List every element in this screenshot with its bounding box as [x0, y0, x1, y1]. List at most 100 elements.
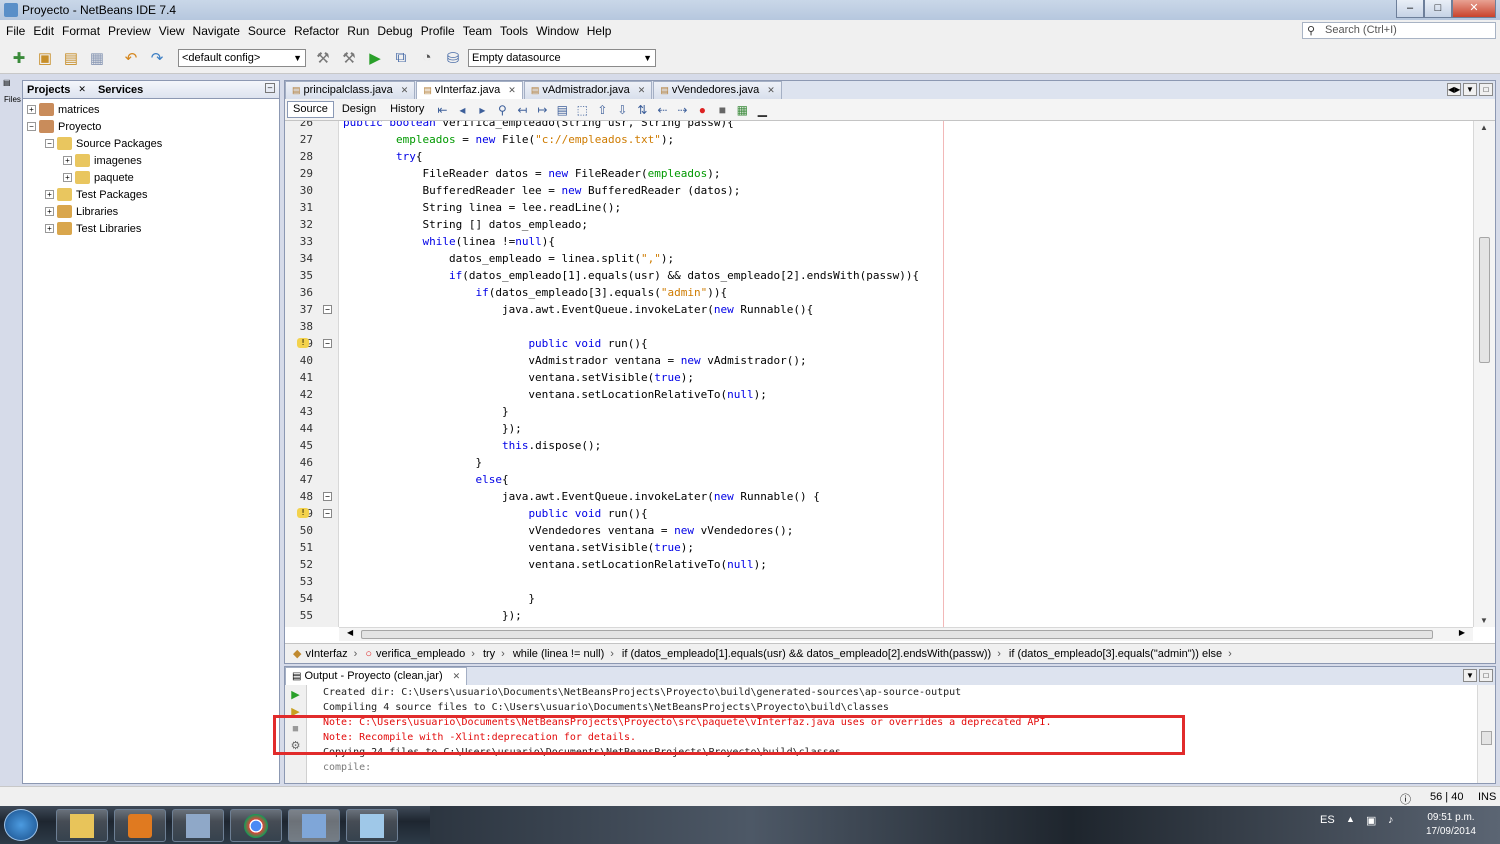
hscroll-thumb[interactable] — [361, 630, 1433, 639]
toggle-selection-icon[interactable]: ⬚ — [574, 102, 590, 118]
config-select[interactable]: <default config> ▼ — [178, 48, 306, 67]
code-line[interactable]: 54 } — [285, 590, 1473, 607]
tree-node[interactable]: − Proyecto — [23, 118, 279, 135]
tree-node[interactable]: + imagenes — [23, 152, 279, 169]
code-line[interactable]: 41 ventana.setVisible(true); — [285, 369, 1473, 386]
code-line[interactable]: 48 − java.awt.EventQueue.invokeLater(new … — [285, 488, 1473, 505]
datasource-select[interactable]: Empty datasource ▼ — [468, 48, 656, 67]
tab-vvendedores[interactable]: ▤ vVendedores.java ✕ — [653, 81, 782, 99]
output-line[interactable]: Compiling 4 source files to C:\Users\usu… — [323, 700, 1463, 715]
last-edit-icon[interactable]: ⇤ — [434, 102, 450, 118]
shift-left-icon[interactable]: ⇠ — [654, 102, 670, 118]
tree-node[interactable]: + paquete — [23, 169, 279, 186]
new-project-icon[interactable]: ▣ — [34, 47, 56, 69]
scroll-right-icon[interactable]: ▶ — [1459, 628, 1465, 637]
tree-node[interactable]: + Test Libraries — [23, 220, 279, 237]
tab-list-icon[interactable]: ▼ — [1463, 83, 1477, 96]
tab-vadmistrador[interactable]: ▤ vAdmistrador.java ✕ — [523, 81, 653, 99]
close-icon[interactable]: ✕ — [638, 82, 646, 99]
prev-bookmark-icon[interactable]: ⇧ — [594, 102, 610, 118]
debug-icon[interactable]: ⧉ — [390, 47, 412, 69]
breadcrumb-item[interactable]: try — [483, 648, 495, 660]
collapse-icon[interactable]: − — [45, 139, 54, 148]
menu-run[interactable]: Run — [343, 24, 373, 38]
rerun-icon[interactable]: ▶ — [289, 689, 303, 702]
fold-icon[interactable]: − — [323, 509, 332, 518]
close-icon[interactable]: ✕ — [508, 82, 516, 99]
scroll-down-icon[interactable]: ▼ — [1480, 616, 1488, 625]
fold-icon[interactable]: − — [323, 339, 332, 348]
breadcrumb-item[interactable]: if (datos_empleado[3].equals("admin")) e… — [1009, 648, 1222, 660]
scroll-thumb[interactable] — [1479, 237, 1490, 363]
design-view-button[interactable]: Design — [336, 101, 382, 118]
redo-icon[interactable]: ↷ — [146, 47, 168, 69]
tray-arrow-icon[interactable]: ▲ — [1346, 814, 1355, 824]
menu-file[interactable]: File — [2, 24, 29, 38]
projects-strip-icon[interactable]: ▤ — [3, 78, 20, 87]
notifications-icon[interactable]: ⓘ — [1400, 791, 1411, 807]
files-strip-label[interactable]: Files — [4, 95, 21, 104]
tab-vinterfaz[interactable]: ▤ vInterfaz.java ✕ — [416, 81, 523, 99]
run-icon[interactable]: ▶ — [364, 47, 386, 69]
maximize-editor-icon[interactable]: □ — [1479, 83, 1493, 96]
tree-node[interactable]: + matrices — [23, 101, 279, 118]
minimize-panel-button[interactable]: – — [265, 83, 275, 93]
expand-icon[interactable]: + — [63, 173, 72, 182]
search-app-taskbar-icon[interactable] — [172, 809, 224, 842]
menu-team[interactable]: Team — [459, 24, 496, 38]
undo-icon[interactable]: ↶ — [120, 47, 142, 69]
scroll-left-icon[interactable]: ◀ — [347, 628, 353, 637]
code-line[interactable]: 35 if(datos_empleado[1].equals(usr) && d… — [285, 267, 1473, 284]
menu-refactor[interactable]: Refactor — [290, 24, 343, 38]
stop-macro-icon[interactable]: ■ — [714, 102, 730, 118]
search-input[interactable]: ⚲ Search (Ctrl+I) — [1302, 22, 1496, 39]
code-area[interactable]: 26 public boolean verifica_empleado(Strin… — [285, 121, 1473, 627]
source-view-button[interactable]: Source — [287, 101, 334, 118]
profile-icon[interactable]: ◔ — [416, 47, 438, 69]
volume-icon[interactable]: ♪ — [1388, 814, 1394, 826]
scroll-up-icon[interactable]: ▲ — [1480, 123, 1488, 132]
netbeans-taskbar-icon[interactable] — [288, 809, 340, 842]
start-button[interactable] — [4, 809, 38, 841]
code-line[interactable]: 51 ventana.setVisible(true); — [285, 539, 1473, 556]
chrome-taskbar-icon[interactable] — [230, 809, 282, 842]
explorer-taskbar-icon[interactable] — [56, 809, 108, 842]
back-icon[interactable]: ◂ — [454, 102, 470, 118]
code-line[interactable]: 31 String linea = lee.readLine(); — [285, 199, 1473, 216]
code-line[interactable]: 42 ventana.setLocationRelativeTo(null); — [285, 386, 1473, 403]
output-scroll-thumb[interactable] — [1481, 731, 1492, 745]
code-line[interactable]: 49!− public void run(){ — [285, 505, 1473, 522]
fold-icon[interactable]: − — [323, 492, 332, 501]
close-icon[interactable]: ✕ — [767, 82, 775, 99]
code-line[interactable]: 29 FileReader datos = new FileReader(emp… — [285, 165, 1473, 182]
code-line[interactable]: 34 datos_empleado = linea.split(","); — [285, 250, 1473, 267]
minimize-button[interactable]: – — [1396, 0, 1424, 18]
next-bookmark-icon[interactable]: ⇩ — [614, 102, 630, 118]
code-line[interactable]: 52 ventana.setLocationRelativeTo(null); — [285, 556, 1473, 573]
clean-build-icon[interactable]: ⚒ — [338, 47, 360, 69]
build-icon[interactable]: ⚒ — [312, 47, 334, 69]
expand-icon[interactable]: + — [63, 156, 72, 165]
code-line[interactable]: 28 try{ — [285, 148, 1473, 165]
tab-scroll-left-icon[interactable]: ◀▶ — [1447, 83, 1461, 96]
expand-icon[interactable]: + — [45, 207, 54, 216]
code-line[interactable]: 50 vVendedores ventana = new vVendedores… — [285, 522, 1473, 539]
menu-format[interactable]: Format — [58, 24, 104, 38]
datasource-icon[interactable]: ⛁ — [442, 47, 464, 69]
code-line[interactable]: 26 public boolean verifica_empleado(Strin… — [285, 121, 1473, 131]
uncomment-icon[interactable]: ▁ — [754, 102, 770, 118]
code-line[interactable]: 44 }); — [285, 420, 1473, 437]
breadcrumb-item[interactable]: if (datos_empleado[1].equals(usr) && dat… — [622, 648, 991, 660]
code-line[interactable]: 47 else{ — [285, 471, 1473, 488]
expand-icon[interactable]: + — [27, 105, 36, 114]
notepad-taskbar-icon[interactable] — [346, 809, 398, 842]
code-line[interactable]: 36 if(datos_empleado[3].equals("admin"))… — [285, 284, 1473, 301]
hint-bulb-icon[interactable]: ! — [297, 508, 309, 518]
code-line[interactable]: 53 — [285, 573, 1473, 590]
code-line[interactable]: 43 } — [285, 403, 1473, 420]
close-icon[interactable]: ✕ — [401, 82, 409, 99]
tree-node[interactable]: − Source Packages — [23, 135, 279, 152]
editor-vertical-scrollbar[interactable]: ▲ ▼ — [1473, 121, 1495, 627]
find-icon[interactable]: ⚲ — [494, 102, 510, 118]
code-line[interactable]: 27 empleados = new File("c://empleados.t… — [285, 131, 1473, 148]
